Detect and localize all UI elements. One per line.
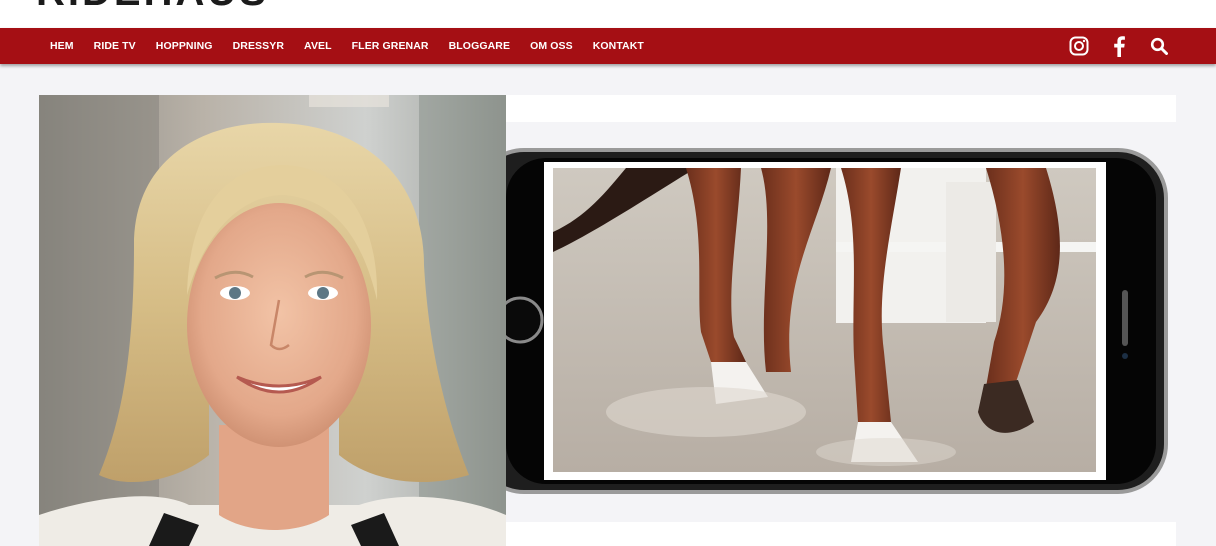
nav-menu: HEM RIDE TV HOPPNING DRESSYR AVEL FLER G… xyxy=(40,28,654,64)
author-portrait-image xyxy=(39,95,506,546)
facebook-icon[interactable] xyxy=(1108,35,1130,57)
nav-item-fler-grenar[interactable]: FLER GRENAR xyxy=(342,40,439,52)
search-icon[interactable] xyxy=(1148,35,1170,57)
nav-item-bloggare[interactable]: BLOGGARE xyxy=(439,40,520,52)
site-header: RIDEHAUS xyxy=(0,0,1216,28)
nav-item-hem[interactable]: HEM xyxy=(40,40,84,52)
nav-item-om-oss[interactable]: OM OSS xyxy=(520,40,583,52)
nav-item-ride-tv[interactable]: RIDE TV xyxy=(84,40,146,52)
nav-social-icons xyxy=(1068,28,1170,64)
content-card-bottom xyxy=(506,522,1176,546)
main-navigation: HEM RIDE TV HOPPNING DRESSYR AVEL FLER G… xyxy=(0,28,1216,64)
phone-horse-image xyxy=(506,122,1176,522)
nav-item-kontakt[interactable]: KONTAKT xyxy=(583,40,654,52)
nav-item-dressyr[interactable]: DRESSYR xyxy=(223,40,294,52)
instagram-icon[interactable] xyxy=(1068,35,1090,57)
nav-item-avel[interactable]: AVEL xyxy=(294,40,342,52)
nav-item-hoppning[interactable]: HOPPNING xyxy=(146,40,223,52)
content-card-top xyxy=(506,95,1176,122)
site-logo[interactable]: RIDEHAUS xyxy=(36,0,269,15)
